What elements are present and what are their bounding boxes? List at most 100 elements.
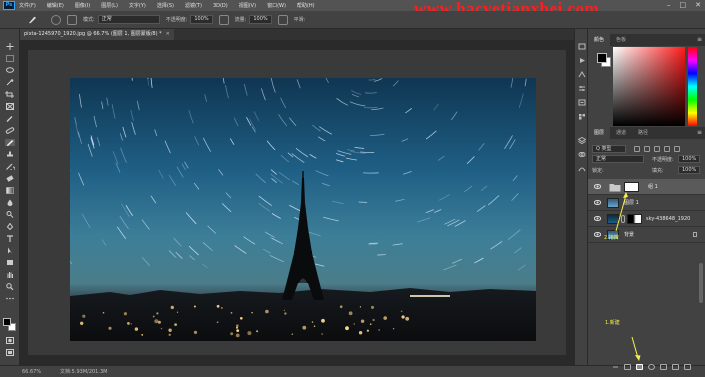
zoom-tool-icon[interactable] <box>5 283 15 290</box>
play-actions-icon[interactable] <box>578 57 586 64</box>
tab-color[interactable]: 颜色 <box>588 34 611 46</box>
close-tab-icon[interactable]: × <box>166 31 170 37</box>
eraser-tool-icon[interactable] <box>5 175 15 182</box>
brush-tool-icon[interactable] <box>5 139 15 146</box>
quick-select-tool-icon[interactable] <box>5 79 15 86</box>
flow-label: 流量: <box>234 17 247 23</box>
frame-tool-icon[interactable] <box>5 103 15 110</box>
maximize-icon[interactable]: □ <box>680 1 687 9</box>
color-picker-field[interactable] <box>613 47 685 126</box>
link-layers-icon[interactable] <box>612 364 619 370</box>
fill-field[interactable]: 100% <box>678 166 701 174</box>
eye-visibility-icon[interactable] <box>594 184 601 189</box>
adjustments-icon[interactable] <box>578 85 586 92</box>
brush-size-icon[interactable] <box>51 14 61 25</box>
gradient-tool-icon[interactable] <box>5 187 15 194</box>
brush-tool-preset-icon[interactable] <box>28 15 37 24</box>
history-panel-icon[interactable] <box>578 43 586 50</box>
rectangle-tool-icon[interactable] <box>5 259 15 266</box>
layer-opacity-field[interactable]: 100% <box>678 155 701 163</box>
panel-foreground-color-swatch[interactable] <box>597 53 607 63</box>
menu-type[interactable]: 文字(Y) <box>129 2 146 9</box>
libraries-icon[interactable] <box>578 113 586 120</box>
pressure-opacity-icon[interactable] <box>218 14 229 25</box>
layer-filter-kind-select[interactable]: Q 类型 <box>592 144 626 153</box>
layers-panel-menu-icon[interactable]: ≡ <box>697 127 702 139</box>
layers-scrollbar-thumb[interactable] <box>699 263 703 303</box>
quick-mask-icon[interactable] <box>5 337 15 344</box>
menu-view[interactable]: 视图(V) <box>239 2 256 9</box>
tab-layers[interactable]: 图层 <box>588 127 611 139</box>
move-tool-icon[interactable] <box>5 43 15 50</box>
mode-select[interactable]: 正常 <box>97 15 160 24</box>
tab-channels[interactable]: 通道 <box>610 127 632 139</box>
eyedropper-tool-icon[interactable] <box>5 115 15 122</box>
color-swatches[interactable] <box>3 318 17 332</box>
edit-toolbar-icon[interactable] <box>5 295 15 302</box>
add-mask-icon[interactable] <box>636 364 643 370</box>
menu-file[interactable]: 文件(F) <box>19 2 36 9</box>
airbrush-icon[interactable] <box>277 14 288 25</box>
menu-filter[interactable]: 滤镜(T) <box>185 2 202 9</box>
screen-mode-icon[interactable] <box>5 349 15 356</box>
menu-help[interactable]: 帮助(H) <box>297 2 315 9</box>
panel-menu-icon[interactable]: ≡ <box>697 34 702 46</box>
path-selection-tool-icon[interactable] <box>5 247 15 254</box>
document-canvas[interactable] <box>28 50 566 355</box>
canvas-area <box>20 40 574 365</box>
foreground-color-swatch[interactable] <box>3 318 11 326</box>
menu-image[interactable]: 图像(I) <box>75 2 90 9</box>
menu-window[interactable]: 窗口(W) <box>267 2 286 9</box>
filter-pixel-icon[interactable] <box>634 145 640 152</box>
history-brush-tool-icon[interactable] <box>5 163 15 170</box>
type-tool-icon[interactable] <box>5 235 15 242</box>
channels-icon[interactable] <box>578 151 586 158</box>
hue-slider[interactable] <box>688 47 697 126</box>
close-icon[interactable]: ✕ <box>695 1 701 9</box>
menu-select[interactable]: 选择(S) <box>157 2 174 9</box>
marquee-tool-icon[interactable] <box>5 55 15 62</box>
pen-tool-icon[interactable] <box>5 223 15 230</box>
dodge-tool-icon[interactable] <box>5 211 15 218</box>
crop-tool-icon[interactable] <box>5 91 15 98</box>
eye-visibility-icon[interactable] <box>594 216 601 221</box>
blend-row: 正常 不透明度: 100% <box>592 155 701 164</box>
filter-smart-object-icon[interactable] <box>674 145 680 152</box>
menu-layer[interactable]: 图层(L) <box>101 2 118 9</box>
filter-adjustment-icon[interactable] <box>644 145 650 152</box>
eye-visibility-icon[interactable] <box>594 200 601 205</box>
minimize-icon[interactable]: – <box>667 1 671 9</box>
layers-stack-icon[interactable] <box>578 137 586 144</box>
hand-tool-icon[interactable] <box>5 271 15 278</box>
layer-style-icon[interactable] <box>624 364 631 370</box>
zoom-level[interactable]: 66.67% <box>22 366 41 377</box>
layer-row-group-1[interactable]: 组 1 <box>588 179 705 195</box>
healing-brush-tool-icon[interactable] <box>5 127 15 134</box>
new-group-icon[interactable] <box>660 364 667 370</box>
tab-swatches[interactable]: 色板 <box>610 34 632 46</box>
layers-panel-tabs: 图层 通道 路径 ≡ <box>588 127 705 139</box>
document-tab[interactable]: pixta-1245970_1920.jpg @ 66.7% (图层 1, 图层… <box>20 29 174 40</box>
new-layer-icon[interactable] <box>672 364 679 370</box>
flow-field[interactable]: 100% <box>249 15 272 24</box>
adjustment-layer-icon[interactable] <box>648 364 655 370</box>
blend-mode-select[interactable]: 正常 <box>592 155 644 163</box>
lasso-tool-icon[interactable] <box>5 67 15 74</box>
opacity-field[interactable]: 100% <box>190 15 213 24</box>
character-panel-icon[interactable] <box>578 71 586 78</box>
menu-3d[interactable]: 3D(D) <box>213 3 228 9</box>
menu-edit[interactable]: 编辑(E) <box>47 2 64 9</box>
filter-shape-icon[interactable] <box>664 145 670 152</box>
layer-row-layer-1[interactable]: 图层 1 <box>588 195 705 211</box>
paths-icon[interactable] <box>578 165 586 172</box>
blur-tool-icon[interactable] <box>5 199 15 206</box>
clone-stamp-tool-icon[interactable] <box>5 151 15 158</box>
delete-layer-icon[interactable] <box>684 364 691 370</box>
tools-panel <box>0 29 20 365</box>
properties-icon[interactable] <box>578 99 586 106</box>
layer-row-sky[interactable]: sky-438648_1920 <box>588 211 705 227</box>
eye-visibility-icon[interactable] <box>594 232 601 237</box>
filter-type-icon[interactable] <box>654 145 660 152</box>
brush-panel-icon[interactable] <box>67 14 77 25</box>
tab-paths[interactable]: 路径 <box>632 127 654 139</box>
